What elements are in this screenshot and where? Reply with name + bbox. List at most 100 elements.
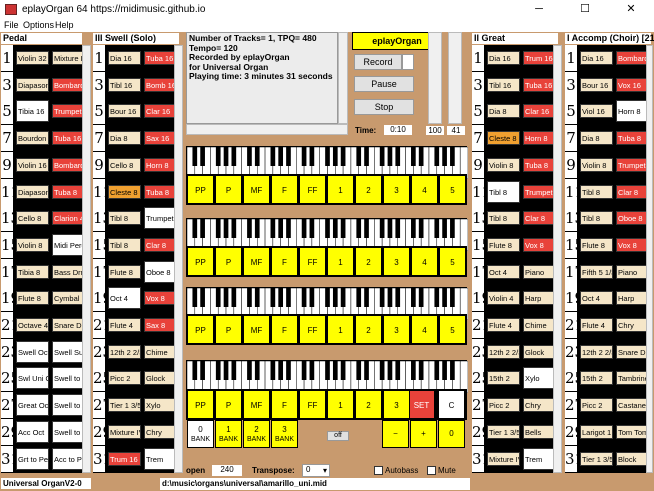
- preset-button-pp[interactable]: PP: [187, 315, 214, 344]
- preset-button-5[interactable]: 5: [439, 315, 466, 344]
- preset-button-p[interactable]: P: [215, 175, 242, 204]
- black-key[interactable]: [379, 288, 385, 307]
- preset-button-pp[interactable]: PP: [187, 390, 214, 419]
- black-key[interactable]: [395, 361, 401, 380]
- great-stop-right[interactable]: Vox 8: [523, 237, 556, 252]
- black-key[interactable]: [231, 147, 237, 166]
- black-key[interactable]: [442, 361, 447, 380]
- black-key[interactable]: [364, 361, 369, 380]
- black-key[interactable]: [364, 147, 369, 166]
- black-key[interactable]: [379, 147, 385, 166]
- great-stop-right[interactable]: Tuba 8: [523, 157, 556, 172]
- black-key[interactable]: [247, 288, 252, 307]
- swell-stop-right[interactable]: Chime: [144, 344, 177, 359]
- black-key[interactable]: [434, 219, 440, 238]
- black-key[interactable]: [278, 147, 284, 166]
- black-key[interactable]: [247, 219, 252, 238]
- accomp-stop-left[interactable]: Picc 2: [580, 398, 613, 413]
- accomp-stop-left[interactable]: Viol 16: [580, 104, 613, 119]
- black-key[interactable]: [450, 361, 455, 380]
- swell-stop-right[interactable]: Oboe 8: [144, 260, 177, 283]
- pedal-stop-left[interactable]: Swell Oct: [16, 340, 49, 363]
- accomp-stop-right[interactable]: Vox 8: [616, 237, 649, 252]
- pedal-stop-right[interactable]: Clarion 4: [52, 211, 85, 226]
- black-key[interactable]: [200, 361, 205, 380]
- black-key[interactable]: [286, 147, 291, 166]
- preset-button-1[interactable]: 1: [327, 175, 354, 204]
- great-stop-right[interactable]: Trumpet 8: [523, 184, 556, 199]
- swell-stop-left[interactable]: Cello 8: [108, 157, 141, 172]
- swell-stop-right[interactable]: Vox 8: [144, 291, 177, 306]
- keyboard-pedal[interactable]: [186, 360, 469, 394]
- accomp-stop-left[interactable]: Violin 8: [580, 157, 613, 172]
- black-key[interactable]: [356, 361, 362, 380]
- black-key[interactable]: [254, 361, 260, 380]
- black-key[interactable]: [286, 288, 291, 307]
- great-stop-left[interactable]: Dia 16: [487, 51, 520, 65]
- pedal-scrollbar[interactable]: [82, 45, 91, 473]
- black-key[interactable]: [325, 288, 330, 307]
- black-key[interactable]: [395, 219, 401, 238]
- pedal-stop-left[interactable]: Octave 4: [16, 318, 49, 332]
- pause-button[interactable]: Pause: [354, 76, 414, 92]
- swell-stop-left[interactable]: 12th 2 2/3: [108, 344, 141, 359]
- black-key[interactable]: [192, 361, 198, 380]
- accomp-stop-right[interactable]: Block: [616, 451, 649, 466]
- pedal-stop-right[interactable]: Snare Drm: [52, 318, 85, 332]
- black-key[interactable]: [332, 361, 338, 380]
- black-key[interactable]: [418, 361, 424, 380]
- black-key[interactable]: [215, 361, 221, 380]
- swell-stop-left[interactable]: Flute 8: [108, 264, 141, 279]
- preset-button-p[interactable]: P: [215, 315, 242, 344]
- record-button[interactable]: Record: [354, 54, 402, 70]
- stop-button[interactable]: Stop: [354, 99, 414, 115]
- black-key[interactable]: [301, 219, 307, 238]
- swell-stop-right[interactable]: Clar 16: [144, 104, 177, 119]
- great-stop-right[interactable]: Clar 8: [523, 211, 556, 226]
- black-key[interactable]: [215, 147, 221, 166]
- black-key[interactable]: [332, 288, 338, 307]
- pedal-stop-left[interactable]: Acc Oct: [16, 420, 49, 443]
- black-key[interactable]: [325, 361, 330, 380]
- preset-button-pp[interactable]: PP: [187, 247, 214, 276]
- zero-button[interactable]: 0: [438, 420, 465, 448]
- great-stop-left[interactable]: Mixture IV: [487, 451, 520, 466]
- preset-button-pp[interactable]: PP: [187, 175, 214, 204]
- preset-button-5[interactable]: 5: [439, 175, 466, 204]
- black-key[interactable]: [395, 288, 401, 307]
- black-key[interactable]: [356, 288, 362, 307]
- black-key[interactable]: [192, 288, 198, 307]
- black-key[interactable]: [215, 288, 221, 307]
- black-key[interactable]: [192, 147, 198, 166]
- accomp-stop-right[interactable]: Castanet: [616, 398, 649, 413]
- black-key[interactable]: [231, 288, 237, 307]
- pedal-stop-left[interactable]: Violin 16: [16, 157, 49, 172]
- preset-button-ff[interactable]: FF: [299, 315, 326, 344]
- off-button[interactable]: off: [327, 431, 349, 441]
- bank-button[interactable]: 3 BANK: [271, 420, 298, 448]
- black-key[interactable]: [411, 147, 416, 166]
- pedal-stop-right[interactable]: Midi Perc: [52, 233, 85, 256]
- preset-button-4[interactable]: 4: [411, 247, 438, 276]
- swell-stop-right[interactable]: Tuba 8: [144, 184, 177, 199]
- preset-button-mf[interactable]: MF: [243, 175, 270, 204]
- black-key[interactable]: [340, 219, 346, 238]
- great-scrollbar[interactable]: [553, 45, 562, 473]
- black-key[interactable]: [200, 288, 205, 307]
- black-key[interactable]: [278, 361, 284, 380]
- accomp-stop-right[interactable]: Harp: [616, 291, 649, 306]
- black-key[interactable]: [434, 361, 440, 380]
- black-key[interactable]: [450, 147, 455, 166]
- accomp-stop-right[interactable]: Chry: [616, 318, 649, 332]
- bank-button[interactable]: 0 BANK: [187, 420, 214, 448]
- accomp-stop-left[interactable]: Oct 4: [580, 291, 613, 306]
- swell-stop-left[interactable]: Dia 8: [108, 131, 141, 146]
- black-key[interactable]: [332, 219, 338, 238]
- great-stop-right[interactable]: Piano: [523, 264, 556, 279]
- preset-button-ff[interactable]: FF: [299, 175, 326, 204]
- accomp-stop-right[interactable]: Trumpet 8: [616, 157, 649, 172]
- accomp-stop-left[interactable]: Flute 8: [580, 237, 613, 252]
- pedal-stop-right[interactable]: Swell to Acc: [52, 394, 85, 417]
- accomp-stop-left[interactable]: Flute 4: [580, 318, 613, 332]
- cancel-c-button[interactable]: C: [438, 390, 465, 419]
